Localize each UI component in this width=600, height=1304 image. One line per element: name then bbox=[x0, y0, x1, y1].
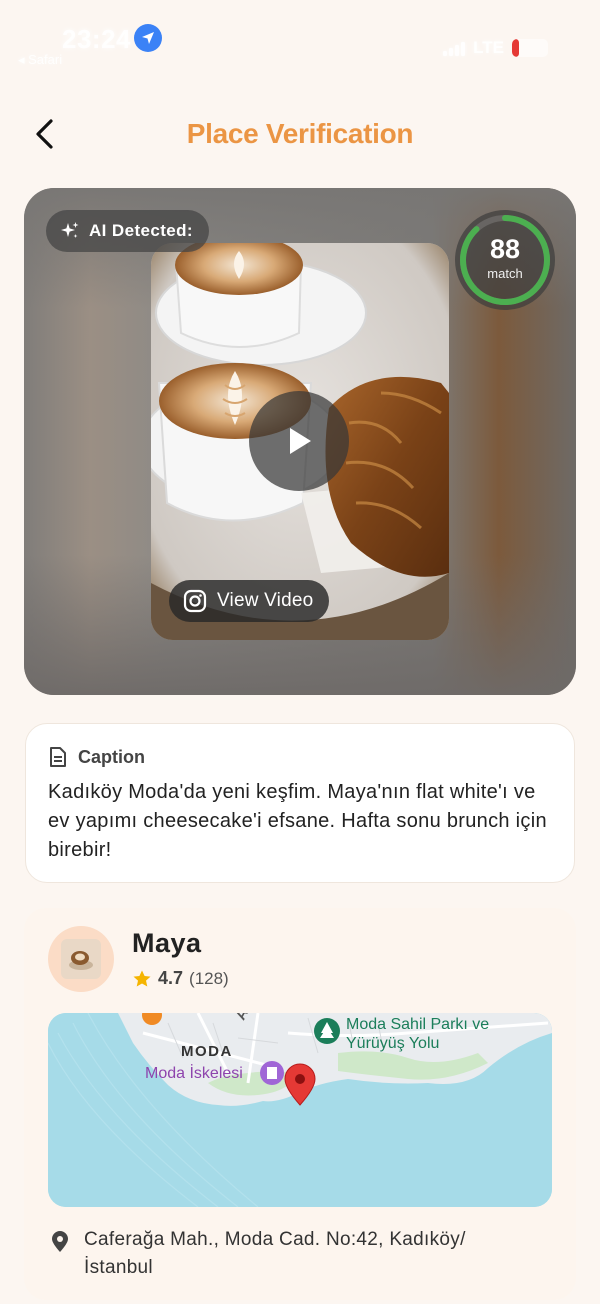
location-map[interactable]: Alt MODA Moda İskelesi Moda Sahil Parkı … bbox=[48, 1013, 552, 1207]
caption-text: Kadıköy Moda'da yeni keşfim. Maya'nın fl… bbox=[48, 781, 547, 861]
place-address: Caferağa Mah., Moda Cad. No:42, Kadıköy/… bbox=[84, 1229, 466, 1278]
place-name: Maya bbox=[132, 928, 202, 958]
rating-row: 4.7 (128) bbox=[132, 968, 229, 989]
address-row: Caferağa Mah., Moda Cad. No:42, Kadıköy/… bbox=[50, 1226, 514, 1282]
signal-icon bbox=[443, 40, 466, 56]
header: Place Verification bbox=[0, 110, 600, 160]
network-label: LTE bbox=[473, 38, 504, 57]
match-score-ring: 88 match bbox=[455, 210, 555, 310]
caption-card: Caption Kadıköy Moda'da yeni keşfim. May… bbox=[25, 723, 575, 883]
status-bar: 23:24 ◂ Safari LTE bbox=[0, 0, 600, 80]
star-icon bbox=[133, 970, 151, 986]
ai-detected-label: AI Detected: bbox=[89, 221, 193, 240]
status-indicators: LTE bbox=[443, 38, 548, 58]
map-label-district: MODA bbox=[181, 1043, 233, 1060]
battery-icon bbox=[512, 39, 548, 57]
ai-detected-badge: AI Detected: bbox=[46, 210, 209, 252]
location-pin-icon bbox=[52, 1231, 68, 1252]
map-label-park: Moda Sahil Parkı ve Yürüyüş Yolu bbox=[346, 1016, 490, 1052]
coffee-cup-icon bbox=[69, 951, 93, 970]
place-avatar bbox=[48, 926, 114, 992]
back-to-app-link[interactable]: ◂ Safari bbox=[18, 52, 62, 68]
play-button[interactable] bbox=[249, 391, 349, 491]
status-time: 23:24 bbox=[62, 24, 131, 54]
view-video-label: View Video bbox=[217, 590, 314, 611]
media-card: View Video AI Detected: 88 match bbox=[24, 188, 576, 695]
caption-heading-row: Caption bbox=[48, 746, 552, 768]
instagram-icon bbox=[183, 589, 207, 613]
page-title: Place Verification bbox=[186, 118, 414, 149]
review-count: (128) bbox=[189, 968, 229, 988]
map-label-pier: Moda İskelesi bbox=[145, 1065, 243, 1082]
view-video-button[interactable]: View Video bbox=[169, 580, 330, 622]
play-icon bbox=[290, 428, 311, 454]
rating-value: 4.7 bbox=[158, 968, 184, 988]
match-label: match bbox=[487, 266, 523, 281]
sparkles-icon bbox=[61, 222, 79, 238]
document-icon bbox=[50, 747, 66, 767]
video-thumbnail[interactable]: View Video bbox=[151, 243, 449, 640]
place-card: Maya 4.7 (128) MODA Moda İskelesi Moda S… bbox=[24, 908, 576, 1300]
match-score: 88 bbox=[489, 234, 521, 264]
location-arrow-icon bbox=[134, 24, 162, 52]
caption-heading: Caption bbox=[78, 746, 145, 767]
